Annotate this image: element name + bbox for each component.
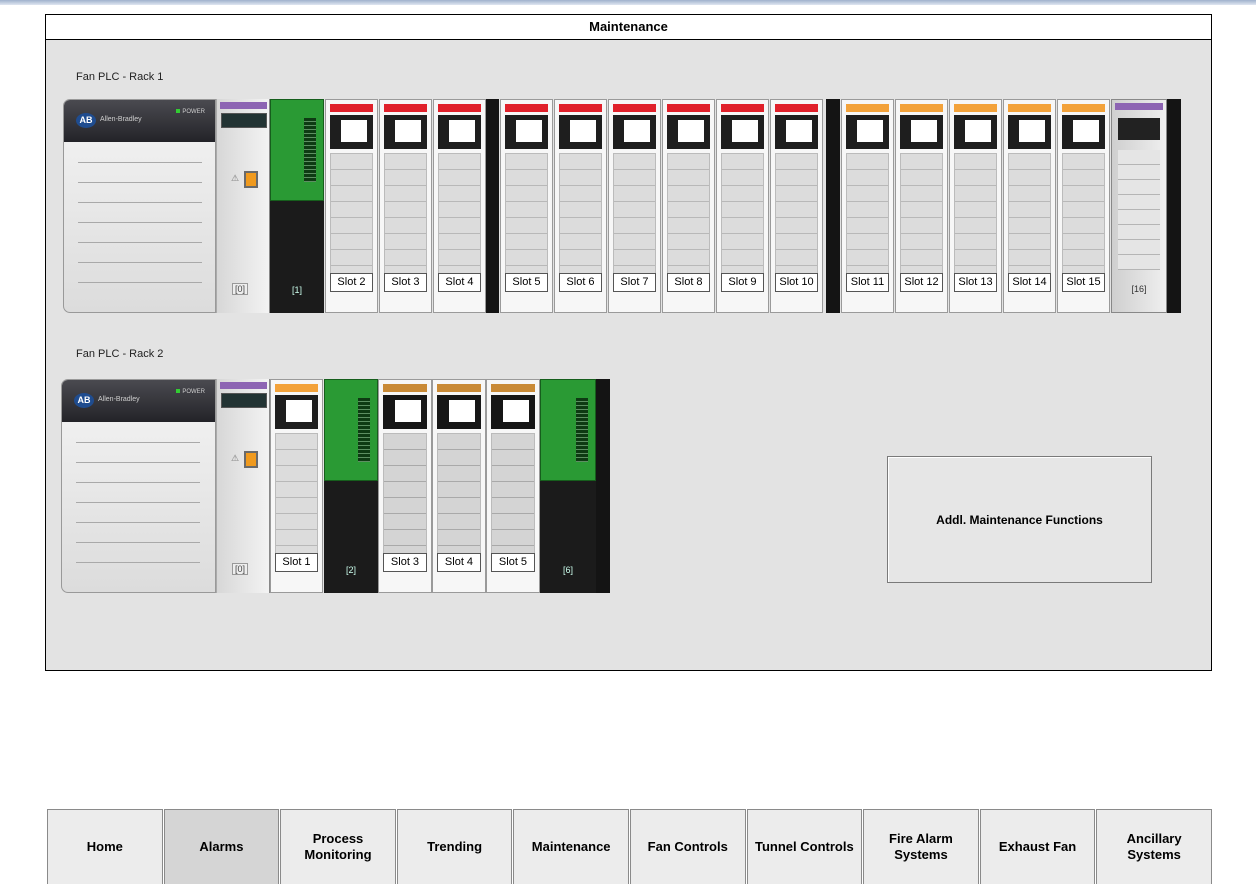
nav-ancillary-systems-button[interactable]: Ancillary Systems (1096, 809, 1212, 884)
lock-icon: ⚠ (231, 173, 240, 183)
slot-label: Slot 3 (383, 553, 427, 572)
nav-process-monitoring-button[interactable]: Process Monitoring (280, 809, 396, 884)
rack1-label: Fan PLC - Rack 1 (76, 71, 164, 83)
slot-label: Slot 8 (667, 273, 710, 292)
rack1-slot-2-module[interactable]: Slot 2 (325, 99, 378, 313)
slot-label: Slot 2 (330, 273, 373, 292)
rack1: AB Allen-Bradley POWER ⚠ [0] [1] [16] Sl… (63, 99, 1181, 313)
rack1-slot-16-module[interactable]: [16] (1111, 99, 1167, 313)
slot-label: Slot 4 (437, 553, 481, 572)
slot-label: Slot 5 (491, 553, 535, 572)
rack2-slot-1-module[interactable]: Slot 1 (270, 379, 323, 593)
allen-bradley-logo-icon: AB (74, 393, 94, 408)
slot-label: Slot 13 (954, 273, 997, 292)
rack1-slot-3-module[interactable]: Slot 3 (379, 99, 432, 313)
slot-label: Slot 3 (384, 273, 427, 292)
slot-label: Slot 5 (505, 273, 548, 292)
rack1-cpu-module[interactable]: AB Allen-Bradley POWER (63, 99, 216, 313)
keyswitch-icon (244, 171, 258, 188)
rack2-label: Fan PLC - Rack 2 (76, 348, 164, 360)
lock-icon: ⚠ (231, 453, 240, 463)
rack1-slot-1-module[interactable]: [1] (270, 99, 324, 313)
rack1-slot-15-module[interactable]: Slot 15 (1057, 99, 1110, 313)
nav-maintenance-button[interactable]: Maintenance (513, 809, 629, 884)
rack1-slot-14-module[interactable]: Slot 14 (1003, 99, 1056, 313)
keyswitch-icon (244, 451, 258, 468)
rack2-end-cap (596, 379, 610, 593)
nav-trending-button[interactable]: Trending (396, 809, 513, 884)
cpu-brand-label: Allen-Bradley (98, 396, 140, 403)
slot-label: Slot 6 (559, 273, 602, 292)
slot-label: Slot 9 (721, 273, 764, 292)
rack1-slot-7-module[interactable]: Slot 7 (608, 99, 661, 313)
rack1-slot-10-module[interactable]: Slot 10 (770, 99, 823, 313)
nav-home-button[interactable]: Home (47, 809, 163, 884)
rack1-divider-1 (485, 99, 499, 313)
nav-tunnel-controls-button[interactable]: Tunnel Controls (746, 809, 863, 884)
rack2-slot-2-module[interactable]: [2] (324, 379, 378, 593)
rack1-slot-0-ethernet-module[interactable]: ⚠ [0] (216, 99, 270, 313)
addl-maintenance-functions-button[interactable]: Addl. Maintenance Functions (887, 456, 1152, 583)
rack2-slot-4-module[interactable]: Slot 4 (432, 379, 486, 593)
rack1-slot-5-module[interactable]: Slot 5 (500, 99, 553, 313)
rack1-divider-2 (826, 99, 840, 313)
slot-label: Slot 4 (438, 273, 481, 292)
allen-bradley-logo-icon: AB (76, 113, 96, 128)
window-top-border (0, 0, 1256, 5)
slot-label: Slot 10 (775, 273, 818, 292)
maintenance-panel: Maintenance Fan PLC - Rack 1 AB Allen-Br… (45, 14, 1212, 671)
rack2-slot-6-module[interactable]: [6] (540, 379, 596, 593)
slot-label: Slot 11 (846, 273, 889, 292)
nav-exhaust-fan-button[interactable]: Exhaust Fan (979, 809, 1096, 884)
rack1-slot-12-module[interactable]: Slot 12 (895, 99, 948, 313)
rack2-cpu-module[interactable]: AB Allen-Bradley POWER (61, 379, 216, 593)
slot-label: Slot 7 (613, 273, 656, 292)
rack1-slot-9-module[interactable]: Slot 9 (716, 99, 769, 313)
slot-label: Slot 12 (900, 273, 943, 292)
rack2-slot-5-module[interactable]: Slot 5 (486, 379, 540, 593)
panel-title: Maintenance (46, 15, 1211, 40)
rack1-slot-4-module[interactable]: Slot 4 (433, 99, 486, 313)
nav-fan-controls-button[interactable]: Fan Controls (629, 809, 746, 884)
slot-label: Slot 1 (275, 553, 318, 572)
rack1-slot-11-module[interactable]: Slot 11 (841, 99, 894, 313)
slot-label: Slot 14 (1008, 273, 1051, 292)
rack1-slot-8-module[interactable]: Slot 8 (662, 99, 715, 313)
rack1-slot-13-module[interactable]: Slot 13 (949, 99, 1002, 313)
rack2-slot-0-ethernet-module[interactable]: ⚠ [0] (216, 379, 270, 593)
rack1-end-cap (1167, 99, 1181, 313)
rack1-slot-6-module[interactable]: Slot 6 (554, 99, 607, 313)
rack2-slot-3-module[interactable]: Slot 3 (378, 379, 432, 593)
power-indicator: POWER (176, 109, 205, 115)
power-indicator: POWER (176, 389, 205, 395)
rack2: AB Allen-Bradley POWER ⚠ [0] Slot 1 [2] Sl… (61, 379, 611, 593)
cpu-brand-label: Allen-Bradley (100, 116, 142, 123)
bottom-nav-bar: Home Alarms Process Monitoring Trending Main… (47, 809, 1213, 884)
nav-fire-alarm-systems-button[interactable]: Fire Alarm Systems (863, 809, 979, 884)
nav-alarms-button[interactable]: Alarms (163, 809, 280, 884)
slot-label: Slot 15 (1062, 273, 1105, 292)
